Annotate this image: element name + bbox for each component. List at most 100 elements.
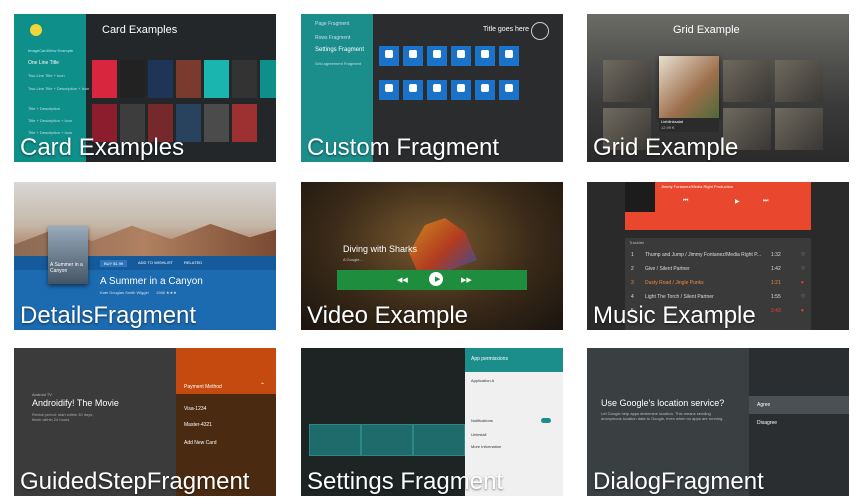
grid-item-focused[interactable] [659,56,719,118]
poster-card[interactable] [148,60,173,98]
sidebar-item[interactable]: Grid agreement Fragment [315,61,361,66]
dialog-fragment-tile[interactable]: Use Google's location service? Let Googl… [587,348,849,496]
disagree-button[interactable]: Disagree [757,420,777,426]
sidebar-item[interactable]: Title + Description + Icon [28,118,72,123]
settings-tile[interactable] [451,46,471,66]
person-icon [409,50,417,58]
movie-meta: 1988 ★★★ [156,290,177,295]
custom-fragment-tile[interactable]: Page Fragment Rows Fragment Settings Fra… [301,14,563,162]
settings-tile[interactable] [499,80,519,100]
tracklist-header: Tracklist [629,240,644,245]
grid-item[interactable] [723,60,771,102]
settings-tile[interactable] [475,80,495,100]
poster-card[interactable] [232,60,257,98]
dialog-question: Use Google's location service? [601,398,725,408]
details-fragment-tile[interactable]: BUY $1.99 ADD TO WISHLIST RELATED A Summ… [14,182,276,330]
poster-card[interactable] [120,60,145,98]
poster-card[interactable] [176,60,201,98]
sidebar-item-selected[interactable]: Settings Fragment [315,47,364,53]
next-icon[interactable]: ⏭ [763,198,768,205]
music-example-tile[interactable]: Jimmy Fontanez/Media Right Production ⏮ … [587,182,849,330]
rewind-icon[interactable]: ◀◀ [397,276,408,284]
poster-card[interactable] [204,60,229,98]
heart-icon[interactable]: ♡ [801,294,805,300]
heart-icon[interactable]: ♡ [801,252,805,258]
track-row-playing[interactable]: 3 Dusty Road / Jingle Punks 1:21 [625,278,811,289]
grid-item[interactable] [775,60,823,102]
sub-action[interactable]: Master-4321 [184,422,212,428]
settings-tile[interactable] [427,46,447,66]
track-number: 1 [631,252,634,258]
sidebar-item[interactable]: Rows Fragment [315,35,350,41]
play-icon: ▶ [435,276,441,283]
play-icon[interactable]: ▶ [735,198,740,205]
video-frame-image [409,218,477,271]
fast-forward-icon[interactable]: ▶▶ [461,276,472,284]
buy-button[interactable]: BUY $1.99 [100,260,128,267]
sidebar-item[interactable]: One Line Title [28,60,59,66]
card-examples-tile[interactable]: Card Examples ImageCardView Example One … [14,14,276,162]
breadcrumb: Android TV [32,392,52,397]
search-icon[interactable] [30,24,42,36]
gear-icon [385,50,393,58]
background-thumbnail [413,424,465,456]
previous-icon[interactable]: ⏮ [683,198,688,205]
settings-tile[interactable] [451,80,471,100]
poster-card[interactable] [92,60,117,98]
card-title: Settings Fragment [307,468,504,495]
settings-item[interactable]: Notifications [471,418,493,423]
sidebar-item[interactable]: Page Fragment [315,21,349,27]
settings-tile[interactable] [427,80,447,100]
track-time: 2:43 [771,308,781,314]
settings-panel-title: App permissions [471,356,508,362]
sidebar-item[interactable]: Two Line Title + Icon [28,73,65,78]
track-name: Light The Torch / Silent Partner [645,294,714,300]
poster-card[interactable] [204,104,229,142]
card-title: DialogFragment [593,468,764,495]
overscan-icon [457,50,465,58]
settings-item[interactable]: More Information [471,444,501,449]
settings-fragment-tile[interactable]: App permissions Application A Notificati… [301,348,563,496]
grid-example-tile[interactable]: Grid Example Lieblinksalat 12,99 € Grid … [587,14,849,162]
settings-tile[interactable] [379,46,399,66]
poster-card[interactable] [232,104,257,142]
track-row[interactable]: 1 Thump and Jump / Jimmy Fontanez/Media … [625,250,811,261]
video-example-tile[interactable]: Diving with Sharks A Google... ◀◀ ▶ ▶▶ V… [301,182,563,330]
grid-item[interactable] [603,60,651,102]
track-time: 1:21 [771,280,781,286]
settings-tile[interactable] [379,80,399,100]
related-button[interactable]: RELATED [184,260,202,265]
screen-header: Grid Example [673,24,740,36]
settings-item[interactable]: Uninstall [471,432,486,437]
guided-step-fragment-tile[interactable]: Android TV Androidify! The Movie Rental … [14,348,276,496]
payment-method-action[interactable]: Payment Method [184,384,222,390]
heart-icon[interactable]: ♥ [801,280,804,286]
add-new-card-action[interactable]: Add New Card [184,440,217,446]
add-to-wishlist-button[interactable]: ADD TO WISHLIST [138,260,173,265]
grid-item[interactable] [775,108,823,150]
settings-item[interactable]: Application A [471,378,494,383]
sidebar-item[interactable]: Title + Description [28,106,60,111]
screen-header: Card Examples [102,24,178,36]
poster-card[interactable] [260,60,276,98]
track-time: 1:32 [771,252,781,258]
agree-button[interactable]: Agree [757,402,770,408]
dialog-description: Let Google help apps determine location.… [601,411,724,421]
track-row[interactable]: 2 Give / Silent Partner 1:42 [625,264,811,275]
card-title: Grid Example [593,134,739,161]
track-name: Thump and Jump / Jimmy Fontanez/Media Ri… [645,252,762,258]
bluetooth-icon [505,50,513,58]
settings-tile[interactable] [403,80,423,100]
sidebar-item[interactable]: Two Line Title + Description + Icon [28,86,89,91]
settings-tile[interactable] [475,46,495,66]
heart-icon[interactable]: ♡ [801,266,805,272]
sidebar-item[interactable]: ImageCardView Example [28,48,73,53]
track-name: Dusty Road / Jingle Punks [645,280,704,286]
settings-tile[interactable] [499,46,519,66]
sub-action[interactable]: Visa-1234 [184,406,206,412]
people-icon [433,50,441,58]
settings-tile[interactable] [403,46,423,66]
heart-icon[interactable]: ♥ [801,308,804,314]
notifications-toggle[interactable] [541,418,551,423]
guidance-description: Rental period: start within 30 days, fin… [32,412,94,422]
